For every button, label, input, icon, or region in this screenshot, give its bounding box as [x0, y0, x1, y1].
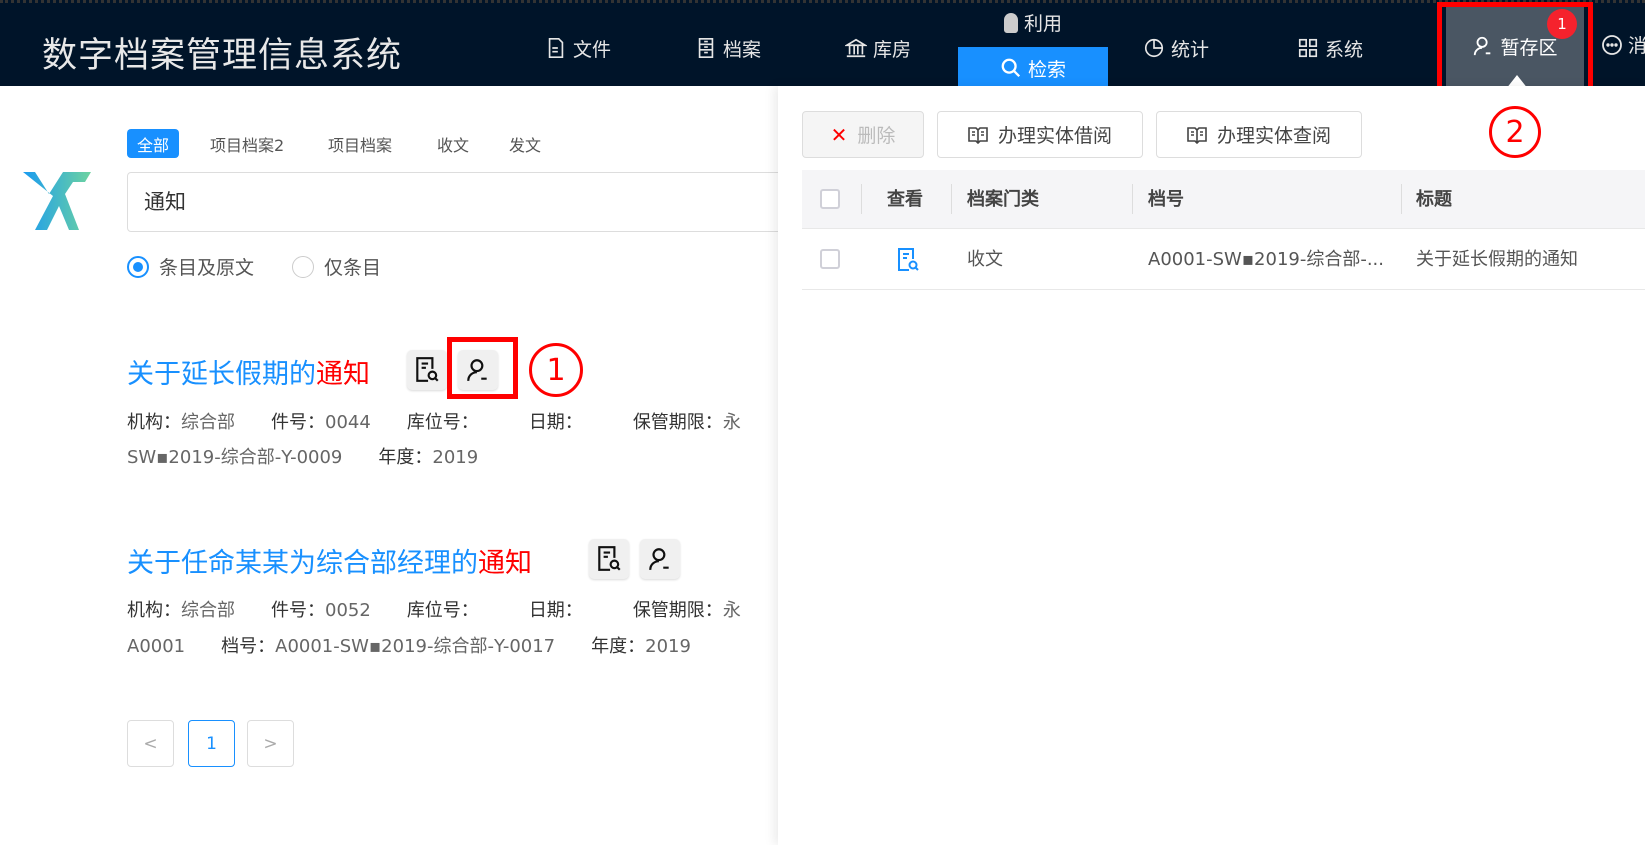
column-title: 标题 — [1416, 189, 1452, 210]
nav-system[interactable]: 系统 — [1297, 31, 1363, 65]
button-label: 办理实体查阅 — [1216, 125, 1331, 147]
result-meta-line2: A0001 档号：A0001-SW▪2019-综合部-Y-0017 年度：2019 — [127, 636, 691, 657]
select-all-checkbox[interactable] — [820, 189, 840, 209]
radio-entries-and-text[interactable]: 条目及原文 — [127, 253, 254, 280]
result-meta-line1: 机构：综合部 件号：0052 库位号： 日期： 保管期限：永 — [127, 600, 741, 621]
radio-label: 仅条目 — [324, 257, 382, 279]
column-view: 查看 — [887, 189, 923, 210]
search-icon — [1001, 58, 1021, 78]
nav-label: 系统 — [1325, 38, 1364, 61]
title-text: 关于延长假期的 — [127, 359, 316, 390]
annotation-step-1: 1 — [529, 343, 583, 397]
book-icon — [1187, 126, 1207, 144]
nav-label: 档案 — [723, 38, 762, 61]
prev-page-button[interactable]: < — [127, 720, 174, 767]
file-icon — [548, 38, 564, 58]
result-meta-line1: 机构：综合部 件号：0044 库位号： 日期： 保管期限：永 — [127, 412, 741, 433]
borrow-button[interactable]: 办理实体借阅 — [937, 111, 1143, 158]
radio-entries-only[interactable]: 仅条目 — [292, 253, 381, 280]
logo — [23, 172, 91, 230]
title-highlight: 通知 — [316, 359, 370, 390]
nav-label: 检索 — [1027, 58, 1066, 81]
annotation-step-2: 2 — [1489, 106, 1541, 158]
view-document-icon[interactable] — [896, 246, 920, 278]
view-document-button[interactable] — [589, 539, 629, 579]
row-checkbox[interactable] — [820, 249, 840, 269]
top-nav: 数字档案管理信息系统 文件 档案 库房 利用 检索 统计 系统 暂存区 1 消 — [0, 0, 1645, 89]
tab-incoming[interactable]: 收文 — [427, 129, 479, 158]
nav-message[interactable]: 消 — [1600, 31, 1645, 58]
book-icon — [968, 126, 988, 144]
consult-button[interactable]: 办理实体查阅 — [1156, 111, 1362, 158]
nav-file[interactable]: 文件 — [545, 31, 611, 65]
nav-label: 文件 — [573, 38, 612, 61]
document-search-icon — [598, 546, 621, 571]
close-icon: ✕ — [830, 122, 848, 147]
user-minus-icon — [649, 548, 669, 570]
pie-chart-icon — [1144, 38, 1164, 58]
button-label: 办理实体借阅 — [997, 125, 1112, 147]
add-to-stash-button[interactable] — [640, 539, 680, 579]
nav-use[interactable]: 利用 检索 — [958, 3, 1108, 89]
page-1-button[interactable]: 1 — [188, 720, 235, 767]
document-search-icon — [416, 357, 439, 382]
title-text: 关于任命某某为综合部经理的 — [127, 548, 478, 579]
nav-search[interactable]: 检索 — [958, 47, 1108, 89]
search-input[interactable]: 通知 — [127, 172, 827, 232]
nav-label: 库房 — [873, 38, 912, 61]
cell-archive-no: A0001-SW▪2019-综合部-... — [1148, 249, 1385, 270]
title-highlight: 通知 — [478, 548, 532, 579]
radio-label: 条目及原文 — [159, 257, 255, 279]
cell-title: 关于延长假期的通知 — [1416, 249, 1578, 270]
button-label: 删除 — [857, 125, 896, 147]
tab-outgoing[interactable]: 发文 — [499, 129, 551, 158]
nav-label: 利用 — [1024, 13, 1063, 35]
tab-all[interactable]: 全部 — [127, 129, 180, 158]
cell-category: 收文 — [967, 249, 1003, 270]
bulb-icon — [1003, 13, 1018, 33]
nav-stats[interactable]: 统计 — [1143, 31, 1209, 65]
result-meta-line2: SW▪2019-综合部-Y-0009 年度：2019 — [127, 447, 479, 468]
nav-label: 消 — [1628, 35, 1645, 57]
result-title[interactable]: 关于任命某某为综合部经理的通知 — [127, 541, 532, 580]
archive-icon — [698, 38, 714, 58]
tab-project-archive-2[interactable]: 项目档案2 — [200, 129, 294, 158]
grid-icon — [1298, 38, 1318, 58]
bank-icon — [845, 38, 867, 58]
delete-button[interactable]: ✕ 删除 — [802, 111, 924, 158]
radio-checked-icon — [127, 255, 149, 278]
message-icon — [1602, 34, 1622, 55]
annotation-box-1 — [447, 337, 518, 399]
annotation-box-2 — [1437, 2, 1593, 94]
column-archive-no: 档号 — [1148, 189, 1184, 210]
radio-unchecked-icon — [292, 255, 314, 278]
table-header: 查看 档案门类 档号 标题 — [802, 170, 1645, 229]
app-title: 数字档案管理信息系统 — [42, 36, 403, 76]
stash-panel: ✕ 删除 办理实体借阅 办理实体查阅 2 查看 档案门类 档号 标题 收文 A00… — [778, 86, 1645, 845]
nav-use-label: 利用 — [958, 9, 1108, 36]
table-row: 收文 A0001-SW▪2019-综合部-... 关于延长假期的通知 — [802, 229, 1645, 290]
nav-warehouse[interactable]: 库房 — [845, 31, 911, 65]
column-category: 档案门类 — [967, 189, 1039, 210]
nav-label: 统计 — [1171, 38, 1210, 61]
next-page-button[interactable]: > — [247, 720, 294, 767]
result-title[interactable]: 关于延长假期的通知 — [127, 352, 370, 391]
view-document-button[interactable] — [407, 350, 447, 390]
nav-archive[interactable]: 档案 — [695, 31, 761, 65]
tab-project-archive[interactable]: 项目档案 — [318, 129, 402, 158]
